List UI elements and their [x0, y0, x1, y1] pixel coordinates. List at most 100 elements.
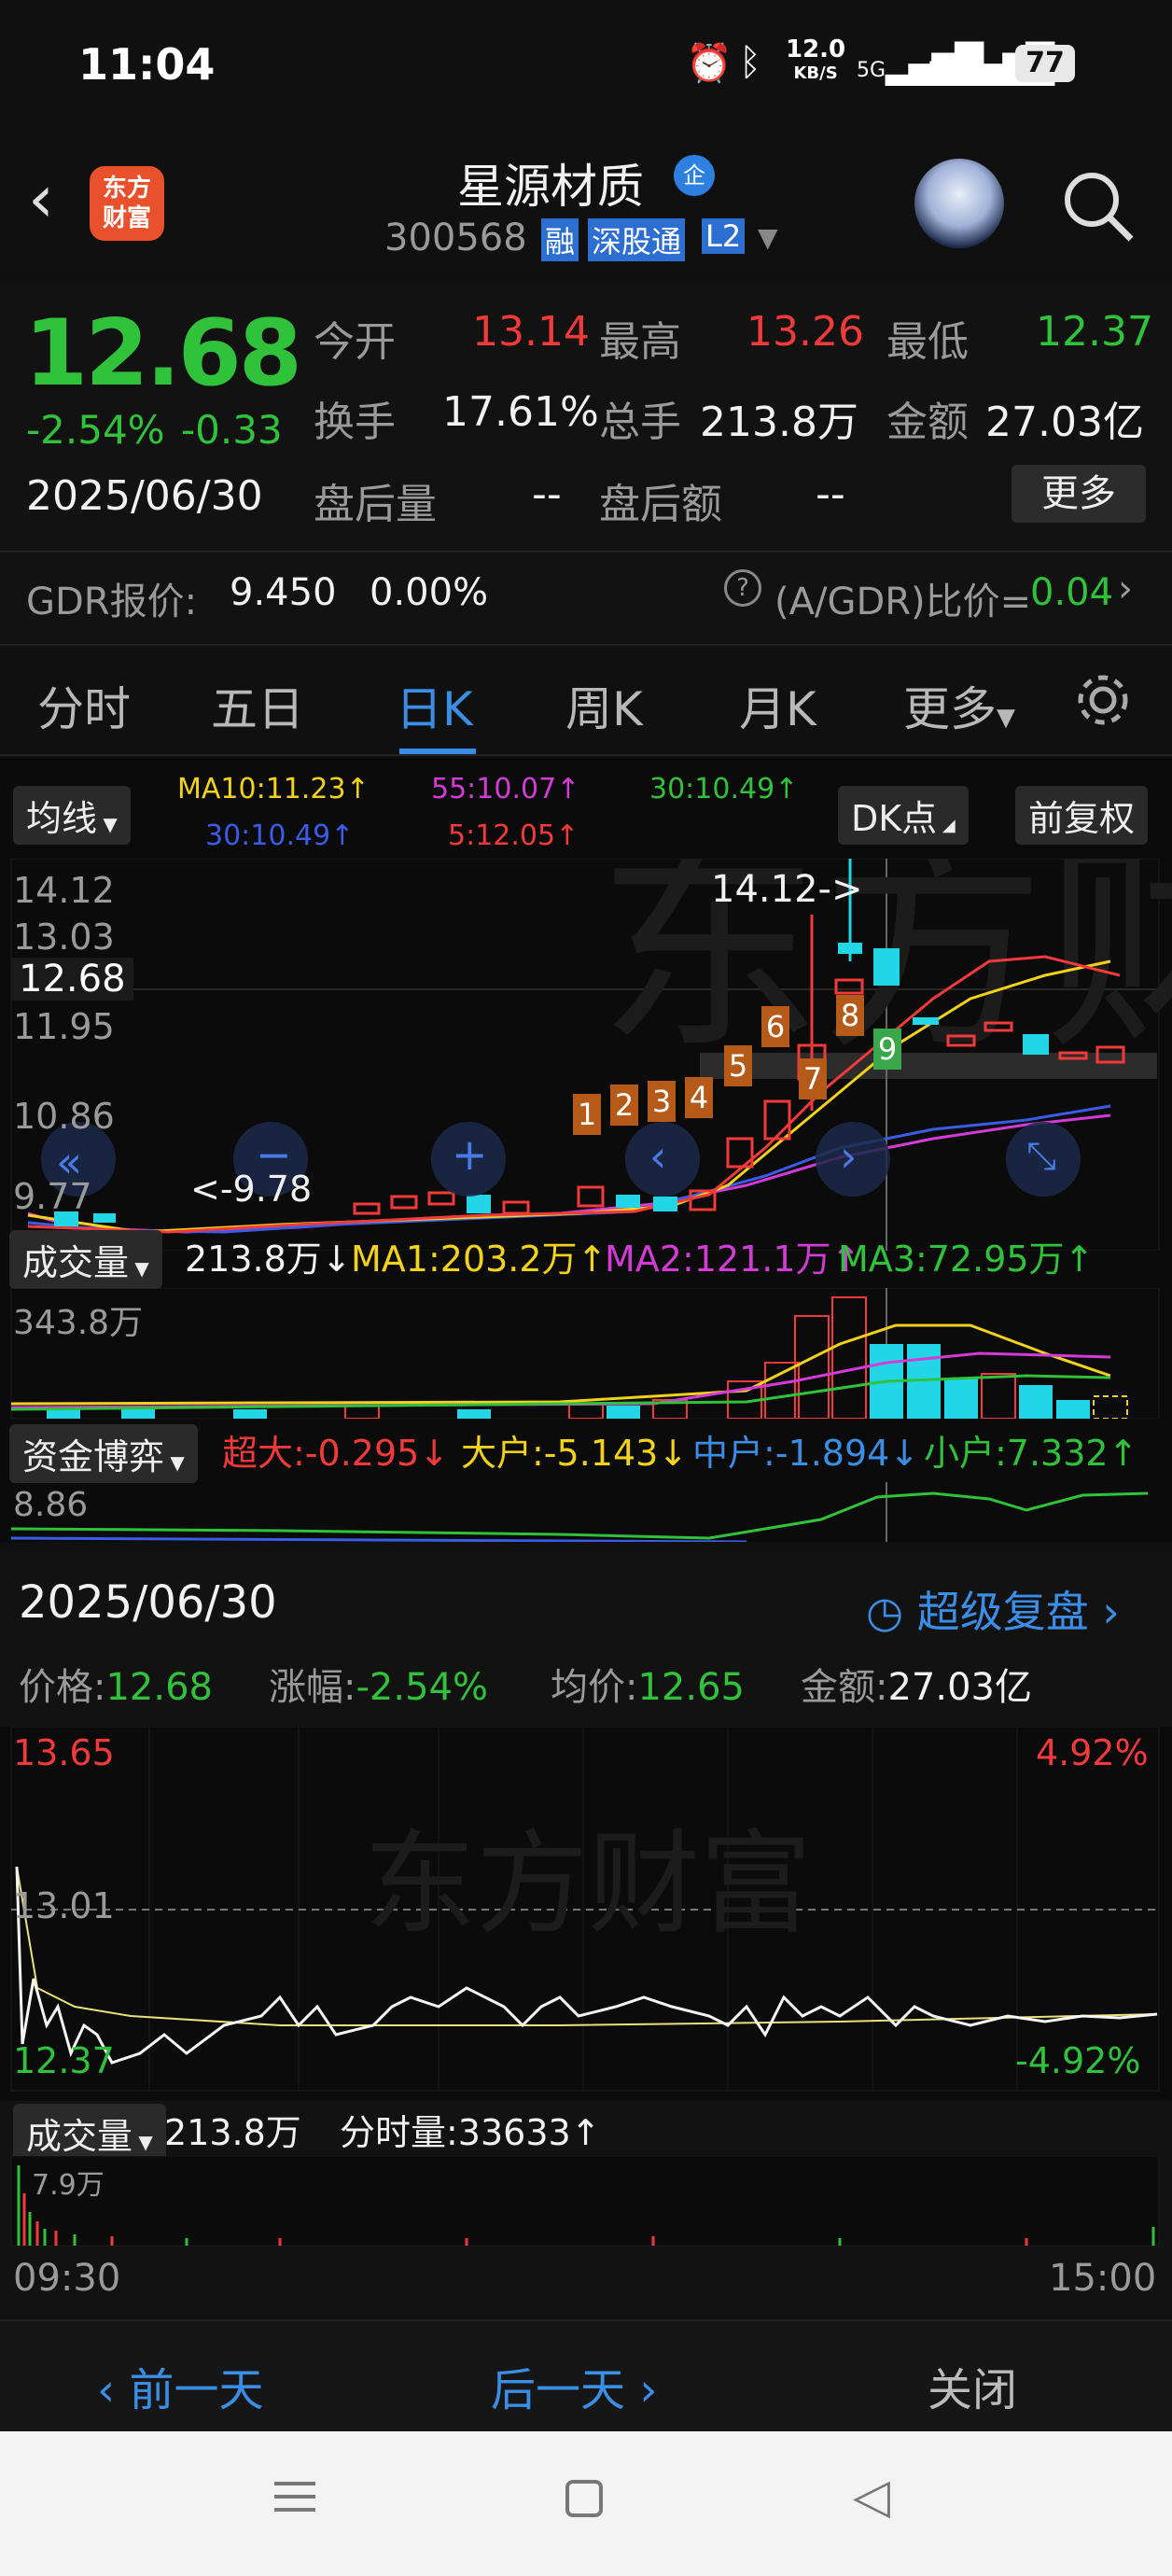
gdr-pct: 0.00%: [370, 571, 489, 614]
next-day-button[interactable]: 后一天 ›: [491, 2353, 657, 2418]
chevron-down-icon[interactable]: ▼: [758, 222, 778, 253]
chevron-left-icon: ‹: [97, 2364, 130, 2416]
fullscreen-icon[interactable]: ⤡: [1026, 1135, 1056, 1178]
net-speed: 12.0: [786, 35, 846, 63]
open-label: 今开: [314, 318, 396, 366]
chevron-right-icon[interactable]: ›: [1118, 567, 1133, 610]
dk-point-button[interactable]: DK点 ◢: [838, 786, 969, 845]
time-start: 09:30: [13, 2257, 121, 2300]
vol-ma3: MA3:72.95万↑: [838, 1239, 1095, 1280]
zoom-in-icon[interactable]: +: [452, 1129, 488, 1180]
last-price: 12.68: [24, 301, 302, 407]
close-button[interactable]: 关闭: [928, 2353, 1017, 2418]
alarm-icon: ⏰: [686, 42, 732, 85]
tab-daily-k[interactable]: 日K: [396, 672, 473, 739]
vol-ma2: MA2:121.1万↑: [605, 1239, 861, 1280]
detail-date: 2025/06/30: [19, 1576, 277, 1629]
intraday-plot: 东方财富: [10, 1727, 1160, 2092]
volume-value: 213.8万: [700, 399, 858, 446]
svg-text:东方财富: 东方财富: [364, 1820, 812, 1950]
intraday-volume-selector[interactable]: 成交量 ▼: [13, 2104, 166, 2163]
help-icon[interactable]: ?: [724, 569, 761, 607]
tab-minute[interactable]: 分时: [37, 672, 131, 739]
turnover-value: 17.61%: [442, 388, 599, 436]
enterprise-badge: 企: [674, 155, 715, 196]
fq-button[interactable]: 前复权: [1015, 786, 1149, 845]
battery-icon: 77: [1015, 45, 1075, 82]
td-count-3: 3: [648, 1081, 676, 1122]
td-count-2: 2: [610, 1085, 638, 1126]
td-count-7: 7: [799, 1058, 827, 1099]
tab-five-day[interactable]: 五日: [211, 672, 304, 739]
quote-date: 2025/06/30: [26, 472, 263, 520]
intraday-bottom-price: 12.37: [13, 2040, 115, 2081]
money-flow-axis: 8.86: [13, 1486, 89, 1524]
td-count-1: 1: [573, 1094, 601, 1135]
bluetooth-icon: ᛒ: [739, 41, 761, 84]
current-price-marker: 12.68: [11, 958, 133, 1001]
td-count-5: 5: [724, 1045, 752, 1086]
eastmoney-logo[interactable]: 东方 财富: [90, 166, 164, 241]
settings-gear-icon[interactable]: [1073, 670, 1133, 730]
kline-chart: 均线 ▼ MA10:11.23↑ 55:10.07↑ 30:10.49↑ 30:…: [0, 758, 1172, 1542]
y-tick-1: 14.12: [13, 870, 115, 911]
tab-weekly-k[interactable]: 周K: [565, 672, 643, 739]
super-large-flow: 超大:-0.295↓: [222, 1433, 450, 1474]
ma10-legend: MA10:11.23↑: [177, 773, 370, 805]
robot-assistant-icon[interactable]: [914, 159, 1004, 248]
low-value: 12.37: [1036, 308, 1153, 356]
high-value: 13.26: [746, 308, 864, 356]
volume-plot: [10, 1288, 1160, 1419]
sgt-tag: 深股通: [588, 218, 686, 261]
search-icon[interactable]: [1060, 168, 1138, 246]
open-value: 13.14: [472, 308, 590, 356]
ma5-legend: 5:12.05↑: [448, 819, 579, 852]
money-flow-selector[interactable]: 资金博弈 ▼: [9, 1424, 198, 1483]
volume-value: 213.8万↓: [185, 1239, 352, 1280]
after-amount-value: --: [816, 470, 845, 518]
gdr-label: GDR报价:: [26, 581, 198, 623]
chevron-right-icon: ›: [625, 2364, 658, 2416]
after-amount-label: 盘后额: [599, 481, 722, 528]
home-icon[interactable]: [565, 2480, 603, 2517]
back-icon[interactable]: ‹: [28, 166, 54, 231]
gdr-price: 9.450: [230, 571, 337, 614]
volume-indicator-selector[interactable]: 成交量 ▼: [9, 1230, 162, 1289]
ma55-legend: 55:10.07↑: [431, 773, 580, 805]
prev-day-button[interactable]: ‹ 前一天: [97, 2353, 263, 2418]
intraday-volume-plot: [10, 2156, 1160, 2247]
after-volume-value: --: [532, 470, 562, 518]
ma30-green-legend: 30:10.49↑: [649, 773, 799, 805]
stock-code: 300568: [384, 217, 527, 259]
low-annotation: <-9.78: [190, 1169, 313, 1210]
period-tabs: 分时 五日 日K 周K 月K 更多▼: [0, 644, 1172, 756]
more-button[interactable]: 更多: [1012, 465, 1146, 523]
tab-indicator: [399, 749, 476, 754]
td-count-8: 8: [836, 995, 864, 1036]
menu-icon[interactable]: [274, 2482, 315, 2485]
quote-panel: 12.68 -2.54% -0.33 2025/06/30 今开 13.14 最…: [0, 280, 1172, 644]
scroll-left-icon[interactable]: «: [56, 1137, 82, 1187]
l2-tag: L2: [702, 218, 746, 254]
ma-selector[interactable]: 均线 ▼: [13, 786, 131, 845]
prev-icon[interactable]: ‹: [649, 1131, 666, 1182]
tab-more[interactable]: 更多▼: [903, 672, 1015, 739]
volume-label: 总手: [599, 399, 681, 446]
day-navigation-footer: ‹ 前一天 后一天 › 关闭: [0, 2319, 1172, 2431]
margin-tag: 融: [541, 218, 579, 261]
amount-value: 27.03亿: [985, 399, 1144, 446]
turnover-label: 换手: [314, 399, 396, 446]
ratio-label: (A/GDR)比价=: [774, 581, 1032, 623]
next-icon[interactable]: ›: [840, 1131, 857, 1182]
detail-pct: -2.54%: [356, 1666, 488, 1709]
ratio-value: 0.04: [1030, 571, 1114, 614]
zoom-out-icon[interactable]: −: [256, 1129, 292, 1180]
after-volume-label: 盘后量: [314, 481, 437, 528]
minute-volume: 分时量:33633↑: [340, 2112, 601, 2153]
intraday-mid-price: 13.01: [13, 1885, 115, 1926]
pct-change: -2.54%: [26, 407, 165, 453]
replay-clock-icon: ◷: [866, 1587, 917, 1637]
tab-monthly-k[interactable]: 月K: [739, 672, 816, 739]
back-nav-icon[interactable]: ◁: [853, 2469, 890, 2525]
super-replay-link[interactable]: ◷ 超级复盘 ›: [866, 1578, 1120, 1640]
